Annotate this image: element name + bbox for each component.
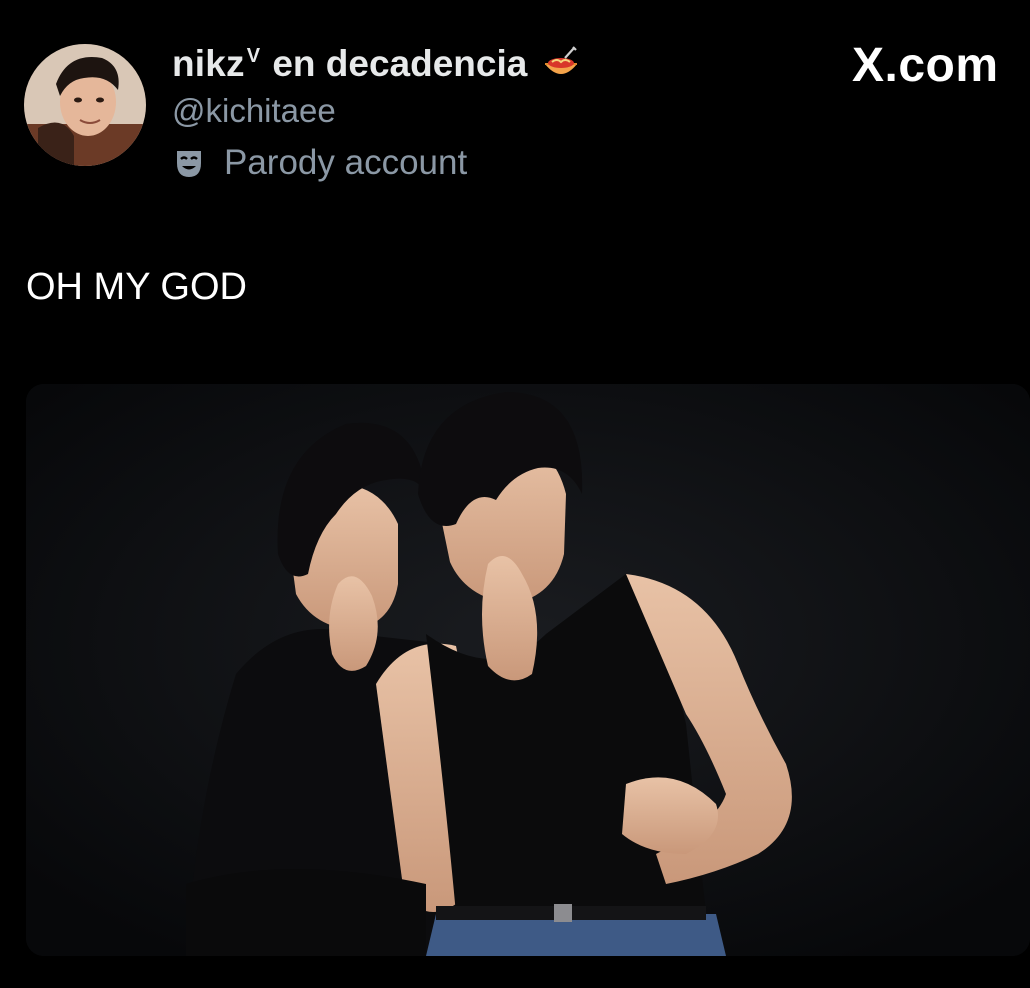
avatar-image	[24, 44, 146, 166]
author-display-name[interactable]: nikz V	[172, 43, 260, 85]
avatar[interactable]	[24, 44, 146, 166]
theater-mask-icon	[177, 151, 201, 177]
parody-badge: Parody account	[172, 143, 467, 183]
photo-illustration	[26, 384, 1030, 956]
author-display-name-superscript: V	[246, 45, 261, 67]
tweet-card: nikz V en decadencia @kichitaee Parody ac…	[0, 0, 1030, 988]
author-handle[interactable]: @kichitaee	[172, 92, 336, 130]
author-name-suffix: en decadencia	[272, 43, 528, 84]
tweet-text: OH MY GOD	[26, 266, 247, 308]
tweet-media-photo[interactable]	[26, 384, 1030, 956]
spaghetti-emoji-icon	[545, 46, 578, 74]
author-display-name-text: nikz	[172, 43, 245, 84]
author-name-row[interactable]: nikz V en decadencia	[172, 38, 581, 90]
parody-account-label: Parody account	[224, 143, 468, 182]
x-com-brand-label: X.com	[852, 39, 999, 92]
